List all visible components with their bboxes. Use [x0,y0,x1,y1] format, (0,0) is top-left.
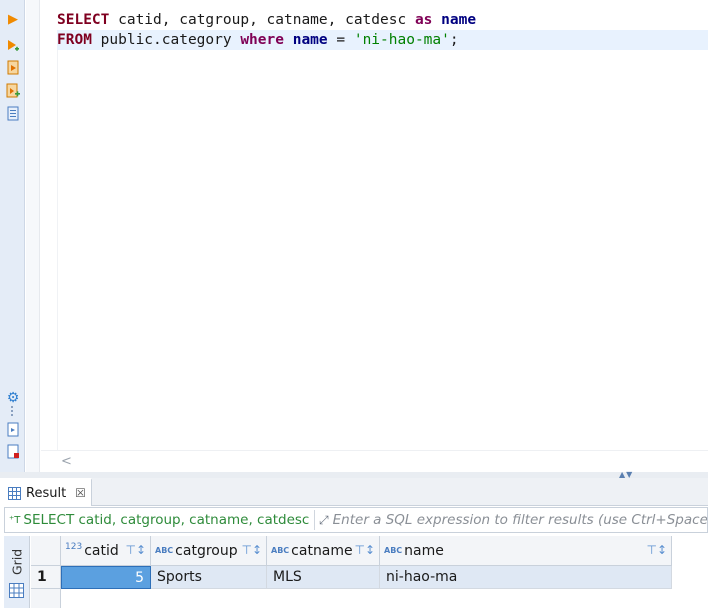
table-cell-catname[interactable]: MLS [267,566,380,589]
active-query-text[interactable]: ⁺T SELECT catid, catgroup, catname, catd… [5,512,310,528]
result-grid: 123 catid ⊤↕ ABC catgroup ⊤↕ ABC catname… [31,536,708,608]
editor-horizontal-scrollbar[interactable]: < [41,450,708,472]
column-header-catid[interactable]: 123 catid ⊤↕ [61,536,151,566]
scroll-left-icon[interactable]: < [61,454,72,469]
column-name: catid [84,542,119,559]
row-number[interactable]: 1 [31,566,61,589]
result-tab-bar: Result ☒ [0,478,708,506]
column-name: catname [291,542,353,559]
filter-sort-icon[interactable]: ⊤↕ [241,543,262,557]
sql-column-ref: name [292,32,328,48]
sql-line-2-current[interactable]: FROM public.category where name = 'ni-ha… [57,30,708,50]
filter-sort-icon[interactable]: ⊤↕ [646,543,667,557]
filter-expression-input[interactable]: Enter a SQL expression to filter results… [333,512,707,528]
sql-space [432,12,441,28]
sql-alias: name [441,12,477,28]
row-number-gutter [31,589,61,608]
result-filter-bar: ⁺T SELECT catid, catgroup, catname, catd… [4,507,708,533]
row-number-header[interactable] [31,536,61,566]
string-type-icon: ABC [271,546,290,555]
sql-keyword: SELECT [57,12,110,28]
sql-string-literal: 'ni-hao-ma' [353,32,450,48]
sql-columns: catid, catgroup, catname, catdesc [109,12,415,28]
filter-divider [314,510,316,530]
tab-result[interactable]: Result ☒ [0,478,92,506]
editor-action-ruler: ▶ ⚙ [0,0,25,472]
sql-keyword: FROM [57,32,92,48]
tab-result-label: Result [26,485,67,501]
sql-table: public.category [91,32,241,48]
sql-space [284,32,293,48]
table-cell-name[interactable]: ni-hao-ma [380,566,672,589]
column-header-name[interactable]: ABC name ⊤↕ [380,536,672,566]
export-icon[interactable] [5,422,21,438]
ruler-separator [11,406,15,416]
table-cell-catid-selected[interactable]: 5 [61,566,151,589]
sql-editor[interactable]: SELECT catid, catgroup, catname, catdesc… [41,0,708,472]
string-key-type-icon: ABC [384,546,403,555]
load-script-icon[interactable] [5,444,21,460]
column-name: name [404,542,444,559]
grid-view-icon[interactable] [9,583,25,599]
execute-script-icon[interactable] [5,60,21,76]
string-type-icon: ABC [155,546,174,555]
column-header-catname[interactable]: ABC catname ⊤↕ [267,536,380,566]
sql-line-1[interactable]: SELECT catid, catgroup, catname, catdesc… [57,10,708,30]
active-query-label: SELECT catid, catgroup, catname, catdesc… [23,512,311,528]
view-mode-sidebar: Grid [4,536,30,608]
execute-statement-icon[interactable]: ▶ [5,12,21,28]
sql-query-icon: ⁺T [9,514,21,526]
filter-sort-icon[interactable]: ⊤↕ [125,543,146,557]
execute-statement-new-tab-icon[interactable] [5,38,21,54]
sql-semicolon: ; [449,32,459,48]
numeric-type-icon: 123 [65,541,83,552]
table-cell-catgroup[interactable]: Sports [151,566,267,589]
expand-icon[interactable]: ⤢ [319,513,329,528]
grid-table-icon [8,486,21,500]
grid-view-label[interactable]: Grid [7,544,27,580]
sql-operator: = [327,32,354,48]
editor-guide-line [57,50,58,450]
sql-keyword: as [414,12,433,28]
close-tab-icon[interactable]: ☒ [75,486,86,500]
filter-sort-icon[interactable]: ⊤↕ [354,543,375,557]
sql-keyword: where [240,32,284,48]
settings-gear-icon[interactable]: ⚙ [5,390,21,406]
column-header-catgroup[interactable]: ABC catgroup ⊤↕ [151,536,267,566]
column-name: catgroup [175,542,238,559]
editor-annotation-column [26,0,40,472]
explain-plan-icon[interactable] [5,106,21,122]
execute-script-new-tab-icon[interactable] [5,83,21,99]
